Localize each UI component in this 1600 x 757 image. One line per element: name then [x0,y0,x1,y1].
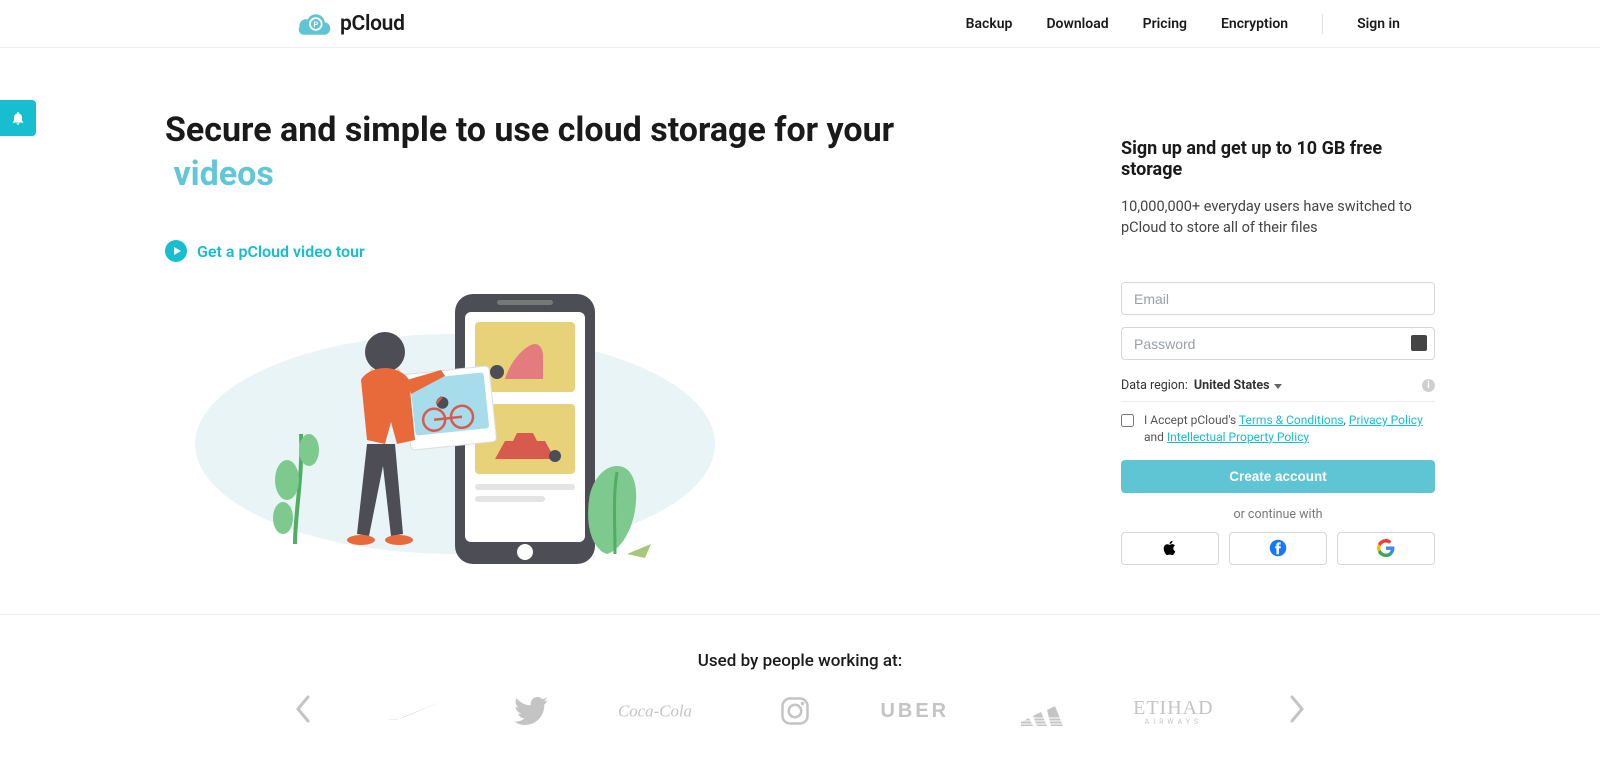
bell-icon [10,110,26,126]
facebook-icon [1269,539,1287,557]
headline: Secure and simple to use cloud storage f… [165,108,1041,196]
carousel-next[interactable] [1284,695,1310,727]
brand-uber: UBER [880,700,949,723]
play-icon [165,240,187,262]
nav-divider [1322,14,1323,34]
or-continue-label: or continue with [1121,507,1435,522]
hero-column: Secure and simple to use cloud storage f… [165,108,1041,574]
cloud-icon: P [296,11,332,37]
brand-adidas [1019,696,1063,726]
brand-nike [386,699,444,723]
brands-carousel: Coca-Cola UBER ETIHAD AIRWAYS [165,695,1435,727]
terms-link[interactable]: Terms & Conditions [1239,413,1344,427]
nav-backup[interactable]: Backup [966,16,1013,32]
headline-main: Secure and simple to use cloud storage f… [165,110,894,150]
brand-twitter [514,697,548,725]
nav: Backup Download Pricing Encryption Sign … [966,14,1400,34]
brand-cocacola: Coca-Cola [618,696,710,726]
oauth-row [1121,532,1435,565]
data-region-select[interactable]: United States [1194,378,1282,393]
google-icon [1377,539,1395,557]
password-field[interactable] [1121,327,1435,360]
brand-instagram [780,696,810,726]
headline-accent: videos [165,154,274,194]
apple-icon [1161,539,1179,557]
create-account-button[interactable]: Create account [1121,460,1435,493]
privacy-link[interactable]: Privacy Policy [1349,413,1423,427]
oauth-apple-button[interactable] [1121,532,1219,565]
nav-pricing[interactable]: Pricing [1143,16,1187,32]
brands-section: Used by people working at: Coca-Cola UBE… [0,614,1600,757]
data-region-row: Data region: United States i [1121,372,1435,402]
signup-subtitle: 10,000,000+ everyday users have switched… [1121,196,1435,238]
brand-text: pCloud [340,12,405,36]
video-tour-link[interactable]: Get a pCloud video tour [165,240,1041,262]
info-icon[interactable]: i [1422,379,1435,392]
video-tour-label: Get a pCloud video tour [197,242,365,261]
accept-terms-row: I Accept pCloud's Terms & Conditions, Pr… [1121,412,1435,446]
ip-policy-link[interactable]: Intellectual Property Policy [1167,430,1309,444]
email-field[interactable] [1121,282,1435,315]
oauth-facebook-button[interactable] [1229,532,1327,565]
signup-column: Sign up and get up to 10 GB free storage… [1121,108,1435,574]
carousel-prev[interactable] [290,695,316,727]
password-manager-icon[interactable] [1411,335,1427,351]
svg-text:P: P [313,20,318,29]
chevron-down-icon [1274,384,1282,389]
nav-signin[interactable]: Sign in [1357,16,1400,32]
nav-encryption[interactable]: Encryption [1221,16,1288,32]
brands-title: Used by people working at: [0,651,1600,671]
chevron-right-icon [1288,695,1306,723]
oauth-google-button[interactable] [1337,532,1435,565]
nav-download[interactable]: Download [1046,16,1108,32]
accept-terms-text: I Accept pCloud's Terms & Conditions, Pr… [1144,412,1435,446]
signup-title: Sign up and get up to 10 GB free storage [1121,138,1435,180]
chevron-left-icon [294,695,312,723]
notification-tab[interactable] [0,100,36,136]
accept-terms-checkbox[interactable] [1121,414,1134,427]
data-region-label: Data region: [1121,378,1188,393]
svg-text:Coca-Cola: Coca-Cola [618,702,692,721]
logo[interactable]: P pCloud [296,11,405,37]
hero-illustration [175,284,725,574]
brand-etihad: ETIHAD AIRWAYS [1133,697,1213,726]
main: Secure and simple to use cloud storage f… [165,48,1435,614]
header: P pCloud Backup Download Pricing Encrypt… [0,0,1600,48]
